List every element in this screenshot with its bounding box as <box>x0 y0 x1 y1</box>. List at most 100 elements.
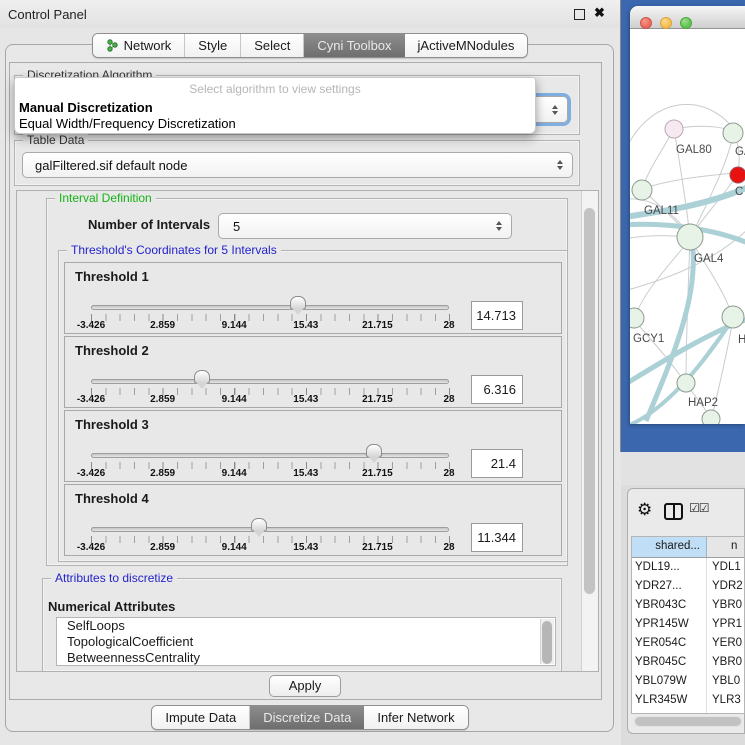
tab-infer-network[interactable]: Infer Network <box>364 706 467 729</box>
cell-name[interactable]: YBR0 <box>707 653 744 672</box>
threshold-label: Threshold 4 <box>75 491 149 506</box>
tick-label: -3.426 <box>77 394 105 405</box>
table-row[interactable]: YBR043CYBR0 <box>632 596 744 615</box>
table-row[interactable]: YBL079WYBL0 <box>632 672 744 691</box>
numerical-attributes-list[interactable]: SelfLoopsTopologicalCoefficientBetweenne… <box>56 617 556 666</box>
slider-track[interactable] <box>91 379 449 384</box>
slider-track[interactable] <box>91 453 449 458</box>
select-columns-icon[interactable]: ☑☑ <box>689 501 709 515</box>
node-gal4[interactable] <box>677 224 703 250</box>
column-header-shared[interactable]: shared... <box>632 537 707 557</box>
dropdown-option-equal-width[interactable]: Equal Width/Frequency Discretization <box>19 116 531 132</box>
attribute-list-item[interactable]: BetweennessCentrality <box>57 650 555 666</box>
node-gcy1[interactable] <box>630 308 644 328</box>
tab-select[interactable]: Select <box>241 34 304 57</box>
threshold-value-field[interactable]: 14.713 <box>471 301 523 330</box>
threshold-value-field[interactable]: 11.344 <box>471 523 523 552</box>
threshold-value-field[interactable]: 21.4 <box>471 449 523 478</box>
table-data-combobox[interactable]: galFiltered.sif default node <box>22 152 573 178</box>
spinner-arrows-icon <box>496 221 502 231</box>
slider-ticks <box>91 314 450 321</box>
cell-shared-name[interactable]: YDL19... <box>632 558 707 577</box>
attribute-list-item[interactable]: TopologicalCoefficient <box>57 634 555 650</box>
threshold-value-field[interactable]: 6.316 <box>471 375 523 404</box>
slider-ticks <box>91 536 450 543</box>
node-label-ga: GA <box>735 146 745 158</box>
close-traffic-light[interactable] <box>640 17 652 29</box>
cell-shared-name[interactable]: YBR043C <box>632 596 707 615</box>
table-row[interactable]: YDL19...YDL1 <box>632 558 744 577</box>
cell-shared-name[interactable]: YBL079W <box>632 672 707 691</box>
list-scrollbar-thumb[interactable] <box>542 621 552 664</box>
number-of-intervals-combobox[interactable]: 5 <box>218 213 512 239</box>
float-window-icon[interactable] <box>574 9 585 20</box>
network-icon <box>106 39 119 52</box>
cell-name[interactable]: YPR1 <box>707 615 744 634</box>
vertical-scrollbar-thumb[interactable] <box>584 208 595 594</box>
slider-thumb[interactable] <box>290 296 306 309</box>
node-ga[interactable] <box>723 123 743 143</box>
table-row[interactable]: YDR27...YDR2 <box>632 577 744 596</box>
apply-button[interactable]: Apply <box>269 675 341 697</box>
dropdown-option-manual[interactable]: Manual Discretization <box>19 100 531 116</box>
attribute-list-item[interactable]: SelfLoops <box>57 618 555 634</box>
node-gal80[interactable] <box>665 120 683 138</box>
node-gal11[interactable] <box>632 180 652 200</box>
tick-label: 21.715 <box>362 320 393 331</box>
tab-discretize-data[interactable]: Discretize Data <box>250 706 364 729</box>
network-canvas[interactable]: GAL80 GA C GAL11 GAL4 GCY1 H HAP2 <box>630 29 745 424</box>
tick-label: 15.43 <box>293 468 318 479</box>
cell-name[interactable]: YLR3 <box>707 691 744 710</box>
cell-shared-name[interactable]: YDR27... <box>632 577 707 596</box>
cell-shared-name[interactable]: YPR145W <box>632 615 707 634</box>
table-row[interactable]: YLR345WYLR3 <box>632 691 744 710</box>
cell-name[interactable]: YDL1 <box>707 558 744 577</box>
cell-shared-name[interactable]: YER054C <box>632 634 707 653</box>
network-window-titlebar[interactable] <box>630 6 745 29</box>
tab-style[interactable]: Style <box>185 34 241 57</box>
table-header-row: shared... n <box>632 537 744 558</box>
column-header-name[interactable]: n <box>707 537 744 557</box>
cell-name[interactable]: YIL0 <box>707 710 744 714</box>
cell-name[interactable]: YDR2 <box>707 577 744 596</box>
cell-name[interactable]: YBR0 <box>707 596 744 615</box>
tab-cyni-toolbox[interactable]: Cyni Toolbox <box>304 34 404 57</box>
horizontal-scrollbar-thumb[interactable] <box>635 717 741 726</box>
cell-name[interactable]: YER0 <box>707 634 744 653</box>
cell-shared-name[interactable]: YLR345W <box>632 691 707 710</box>
tick-label: 21.715 <box>362 542 393 553</box>
tick-label: 2.859 <box>150 468 175 479</box>
control-panel-titlebar: Control Panel ✖ <box>0 0 620 28</box>
node-selected-red[interactable] <box>730 167 745 183</box>
cell-name[interactable]: YBL0 <box>707 672 744 691</box>
panel-title: Control Panel <box>8 7 87 22</box>
table-row[interactable]: YBR045CYBR0 <box>632 653 744 672</box>
slider-thumb[interactable] <box>194 370 210 383</box>
node-unlabeled[interactable] <box>702 410 720 424</box>
node-h[interactable] <box>722 306 744 328</box>
slider-thumb[interactable] <box>366 444 382 457</box>
gear-icon[interactable]: ⚙ <box>637 500 652 520</box>
list-scrollbar-track[interactable] <box>540 619 554 664</box>
cell-shared-name[interactable]: YIL052C <box>632 710 707 714</box>
slider-thumb[interactable] <box>251 518 267 531</box>
tab-impute-data[interactable]: Impute Data <box>152 706 250 729</box>
tab-network[interactable]: Network <box>93 34 186 57</box>
tab-jactivemnodules[interactable]: jActiveMNodules <box>405 34 528 57</box>
node-hap2[interactable] <box>677 374 695 392</box>
slider-track[interactable] <box>91 527 449 532</box>
node-label-gal80: GAL80 <box>676 144 712 156</box>
cell-shared-name[interactable]: YBR045C <box>632 653 707 672</box>
zoom-traffic-light[interactable] <box>680 17 692 29</box>
table-row[interactable]: YPR145WYPR1 <box>632 615 744 634</box>
table-row[interactable]: YER054CYER0 <box>632 634 744 653</box>
minimize-traffic-light[interactable] <box>660 17 672 29</box>
horizontal-scrollbar-track[interactable] <box>633 716 743 727</box>
table-row[interactable]: YIL052CYIL0 <box>632 710 744 714</box>
bottom-tab-bar: Impute Data Discretize Data Infer Networ… <box>0 705 620 730</box>
slider-track[interactable] <box>91 305 449 310</box>
columns-icon[interactable] <box>664 503 683 520</box>
close-icon[interactable]: ✖ <box>594 5 605 21</box>
tick-label: 28 <box>443 320 454 331</box>
node-label-hap2: HAP2 <box>688 397 718 409</box>
